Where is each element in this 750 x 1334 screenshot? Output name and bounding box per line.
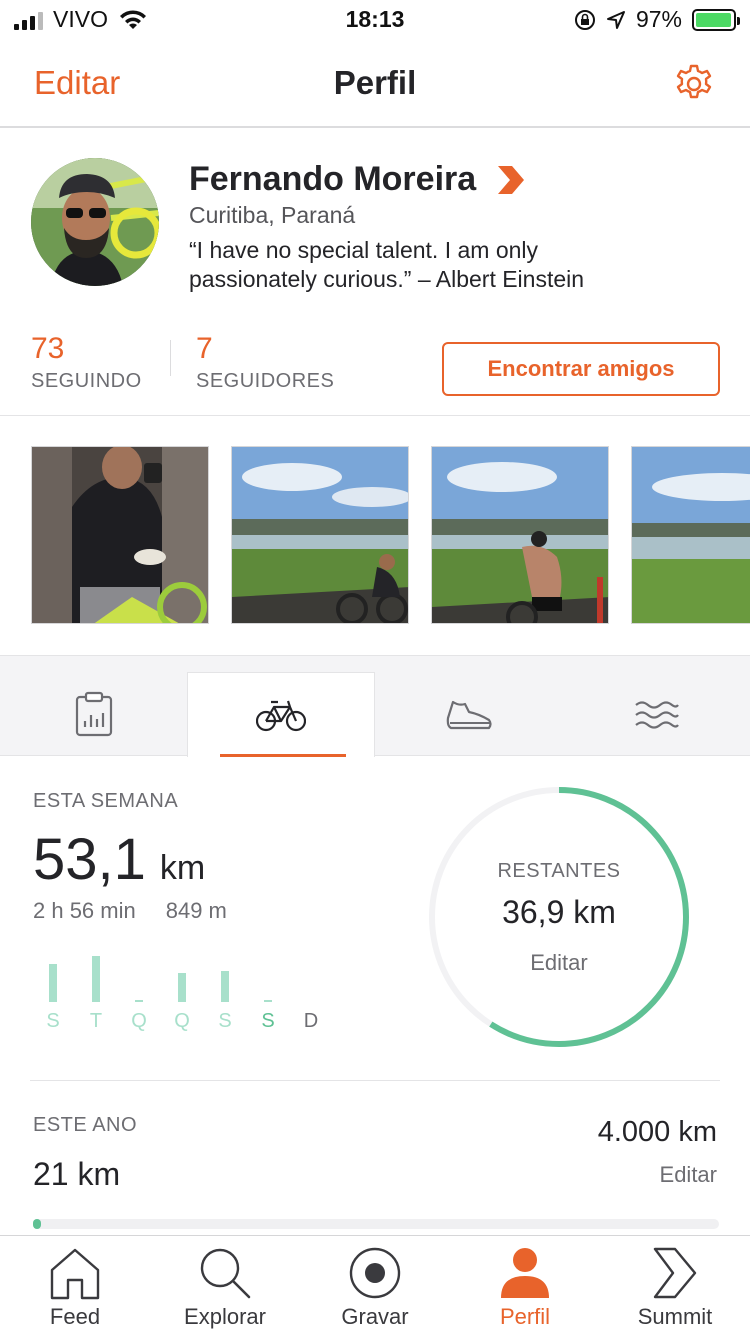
day-column: T — [83, 952, 109, 1032]
day-letter: T — [89, 1010, 103, 1032]
tab-swim[interactable] — [563, 672, 750, 756]
tab-feed[interactable]: Feed — [0, 1244, 150, 1334]
tab-overview[interactable] — [0, 672, 188, 756]
following-count: 73 — [31, 332, 65, 365]
tab-record[interactable]: Gravar — [300, 1244, 450, 1334]
home-icon — [50, 1248, 100, 1300]
day-column: S — [40, 952, 66, 1032]
divider — [30, 1080, 720, 1081]
photo-thumbnail[interactable] — [431, 446, 609, 624]
day-letter: S — [46, 1010, 60, 1032]
day-bar — [264, 1000, 272, 1002]
day-bar — [92, 956, 100, 1002]
day-column: S — [212, 952, 238, 1032]
summit-badge-icon — [498, 165, 525, 194]
day-column: D — [298, 952, 324, 1032]
running-shoe-icon — [446, 700, 492, 730]
weekly-distance-unit: km — [159, 849, 206, 887]
tab-explore[interactable]: Explorar — [150, 1244, 300, 1334]
tab-explore-label: Explorar — [184, 1304, 266, 1329]
battery-icon — [692, 8, 740, 31]
day-column: Q — [169, 952, 195, 1032]
remaining-value: 36,9 km — [502, 894, 616, 930]
yearly-progress-fill — [33, 1219, 41, 1229]
weekly-subinfo: 2 h 56 min 849 m — [33, 898, 227, 924]
followers-count: 7 — [196, 332, 213, 365]
edit-weekly-goal-link[interactable]: Editar — [428, 950, 690, 976]
photo-thumbnail[interactable] — [631, 446, 750, 624]
following-stat[interactable]: 73 SEGUINDO — [31, 332, 142, 393]
yearly-goal: 4.000 km — [597, 1116, 717, 1148]
find-friends-button[interactable]: Encontrar amigos — [442, 342, 720, 396]
day-bar — [49, 964, 57, 1002]
avatar[interactable] — [31, 158, 159, 286]
person-icon — [501, 1248, 549, 1298]
day-bar — [135, 1000, 143, 1002]
yearly-distance: 21 km — [33, 1156, 121, 1192]
weekly-distance-value: 53,1 — [33, 827, 146, 892]
yearly-progress-bar — [33, 1219, 719, 1229]
day-letter: S — [261, 1010, 275, 1032]
waves-icon — [635, 701, 679, 729]
followers-stat[interactable]: 7 SEGUIDORES — [196, 332, 334, 393]
photo-strip[interactable] — [0, 416, 750, 656]
athlete-location: Curitiba, Paraná — [189, 202, 356, 228]
weekly-summary: ESTA SEMANA 53,1 km 2 h 56 min 849 m S T Q… — [0, 756, 750, 1080]
tab-record-label: Gravar — [341, 1304, 409, 1329]
weekly-elevation: 849 m — [165, 898, 227, 923]
search-icon — [200, 1248, 251, 1299]
tab-summit-label: Summit — [637, 1304, 713, 1329]
following-label: SEGUINDO — [31, 370, 142, 392]
status-bar: VIVO 18:13 97% — [0, 0, 750, 40]
record-icon — [349, 1247, 401, 1299]
profile-header: Fernando Moreira Curitiba, Paraná “I hav… — [0, 130, 750, 416]
remaining-label: RESTANTES — [497, 860, 621, 882]
this-week-label: ESTA SEMANA — [33, 790, 179, 812]
day-column: S — [255, 952, 281, 1032]
ring-text: RESTANTES 36,9 km Editar — [428, 786, 690, 1048]
day-letter: Q — [131, 1010, 147, 1032]
status-right: 97% — [574, 6, 740, 33]
athlete-name: Fernando Moreira — [189, 160, 477, 198]
day-letter: D — [303, 1010, 319, 1032]
weekly-time: 2 h 56 min — [33, 898, 136, 923]
stat-divider — [170, 340, 171, 376]
weekly-day-chart: STQQSSD — [40, 952, 330, 1032]
page-title: Perfil — [333, 64, 417, 101]
day-bar — [178, 973, 186, 1002]
tab-profile[interactable]: Perfil — [450, 1244, 600, 1334]
gear-icon[interactable] — [672, 62, 716, 106]
day-bar — [221, 971, 229, 1002]
day-letter: S — [218, 1010, 232, 1032]
photo-thumbnail[interactable] — [31, 446, 209, 624]
tab-ride[interactable] — [187, 672, 375, 757]
athlete-bio: “I have no special talent. I am only pas… — [189, 237, 585, 292]
tab-run[interactable] — [375, 672, 563, 756]
bicycle-icon — [256, 700, 306, 732]
edit-yearly-goal-link[interactable]: Editar — [660, 1162, 717, 1188]
weekly-distance: 53,1 km — [33, 826, 205, 893]
followers-label: SEGUIDORES — [196, 370, 335, 392]
bottom-tab-bar: Feed Explorar Gravar Perfil Summit — [0, 1235, 750, 1334]
tab-profile-label: Perfil — [499, 1304, 551, 1329]
clipboard-chart-icon — [75, 691, 113, 737]
nav-bar: Editar Perfil — [0, 40, 750, 128]
location-arrow-icon — [606, 10, 625, 29]
name-row: Fernando Moreira — [189, 160, 525, 199]
day-column: Q — [126, 952, 152, 1032]
this-year-label: ESTE ANO — [33, 1114, 138, 1136]
photo-thumbnail[interactable] — [231, 446, 409, 624]
rotation-lock-icon — [574, 9, 595, 30]
day-letter: Q — [174, 1010, 190, 1032]
battery-percent: 97% — [635, 6, 682, 32]
tab-feed-label: Feed — [49, 1304, 101, 1329]
sport-tabs — [0, 656, 750, 757]
summit-chevron-icon — [653, 1247, 697, 1299]
tab-summit[interactable]: Summit — [600, 1244, 750, 1334]
